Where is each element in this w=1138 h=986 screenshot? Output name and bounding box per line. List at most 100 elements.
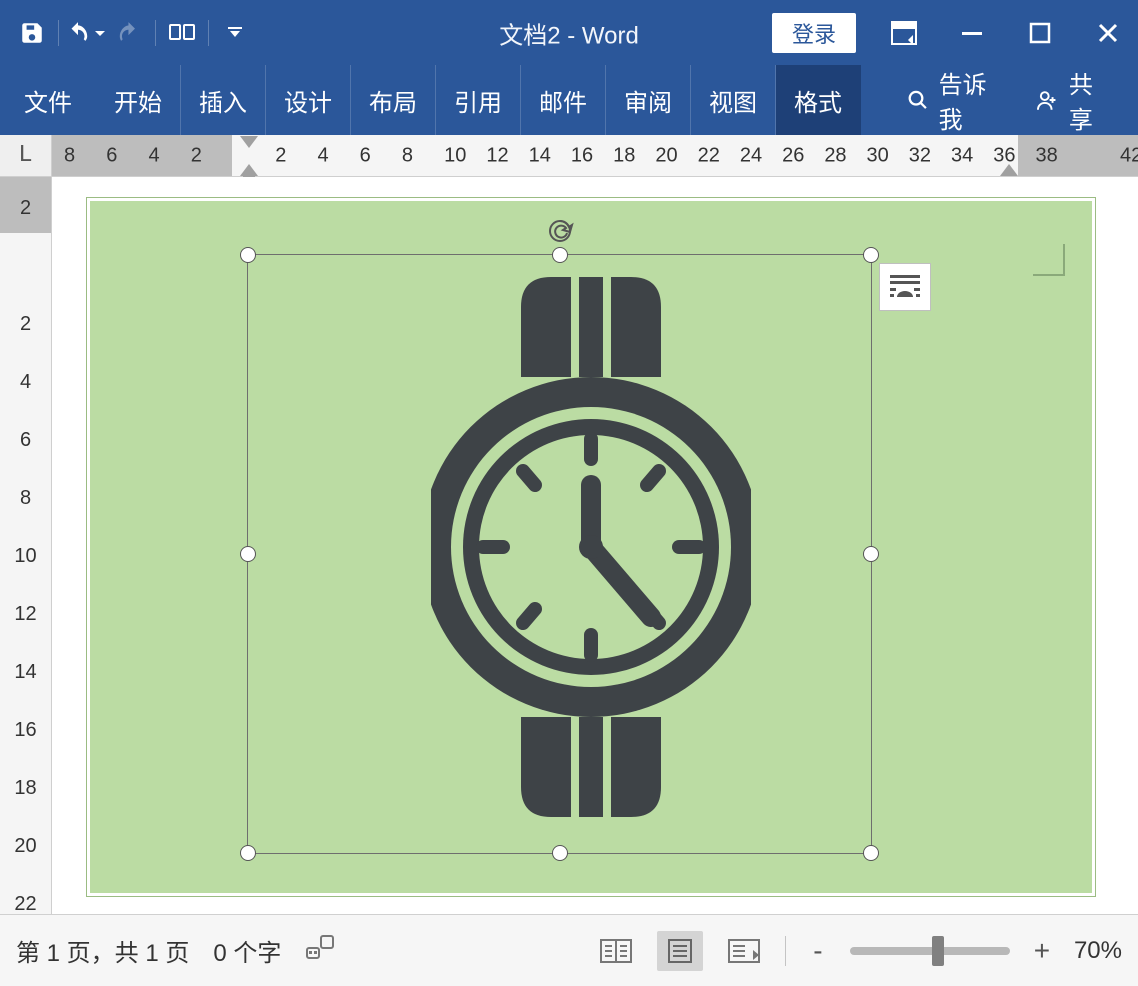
save-icon bbox=[19, 20, 45, 46]
qat-separator bbox=[155, 20, 156, 46]
touch-mode-icon bbox=[169, 22, 195, 44]
tab-insert[interactable]: 插入 bbox=[181, 65, 266, 135]
h-ruler-tick: 24 bbox=[740, 144, 762, 167]
ruler-tab-selector[interactable]: L bbox=[0, 135, 52, 177]
minimize-button[interactable] bbox=[952, 13, 992, 53]
tab-review[interactable]: 审阅 bbox=[606, 65, 691, 135]
v-ruler-tick: 10 bbox=[14, 545, 36, 568]
v-ruler-tick: 16 bbox=[14, 719, 36, 742]
share-icon bbox=[1036, 87, 1059, 113]
v-ruler-tick: 20 bbox=[14, 835, 36, 858]
zoom-slider-thumb[interactable] bbox=[932, 936, 944, 966]
customize-qat-button[interactable] bbox=[213, 13, 257, 53]
h-ruler-tick: 8 bbox=[402, 144, 413, 167]
h-ruler-tick: 28 bbox=[824, 144, 846, 167]
language-button[interactable] bbox=[305, 934, 335, 967]
tab-design[interactable]: 设计 bbox=[266, 65, 351, 135]
touch-mode-button[interactable] bbox=[160, 13, 204, 53]
tab-file[interactable]: 文件 bbox=[0, 65, 96, 135]
horizontal-ruler[interactable]: 8642246810121416182022242628303234363842 bbox=[52, 135, 1138, 177]
resize-handle-n[interactable] bbox=[552, 247, 568, 263]
quick-access-toolbar bbox=[10, 13, 257, 53]
zoom-out-button[interactable]: - bbox=[804, 937, 832, 965]
tab-view[interactable]: 视图 bbox=[691, 65, 776, 135]
undo-button[interactable] bbox=[63, 13, 107, 53]
resize-handle-ne[interactable] bbox=[863, 247, 879, 263]
word-count[interactable]: 0 个字 bbox=[213, 933, 281, 968]
tell-me-label: 告诉我 bbox=[939, 65, 1004, 135]
document-canvas[interactable] bbox=[52, 177, 1138, 914]
tab-references[interactable]: 引用 bbox=[436, 65, 521, 135]
h-ruler-tick: 42 bbox=[1120, 144, 1138, 167]
h-ruler-tick: 4 bbox=[317, 144, 328, 167]
status-bar-left: 第 1 页，共 1 页 0 个字 bbox=[16, 933, 335, 968]
tab-mailings[interactable]: 邮件 bbox=[521, 65, 606, 135]
h-ruler-tick: 36 bbox=[993, 144, 1015, 167]
search-icon bbox=[907, 88, 929, 112]
zoom-in-button[interactable]: + bbox=[1028, 937, 1056, 965]
vertical-ruler[interactable]: 2246810121416182022 bbox=[0, 177, 52, 914]
ribbon-options-icon bbox=[890, 20, 918, 46]
title-bar-right: 登录 bbox=[772, 13, 1128, 53]
login-button[interactable]: 登录 bbox=[772, 13, 856, 53]
h-ruler-tick: 6 bbox=[360, 144, 371, 167]
web-layout-icon bbox=[727, 938, 761, 964]
v-ruler-tick: 2 bbox=[20, 197, 31, 220]
zoom-level[interactable]: 70% bbox=[1074, 937, 1122, 965]
h-ruler-tick: 2 bbox=[275, 144, 286, 167]
resize-handle-sw[interactable] bbox=[240, 845, 256, 861]
save-button[interactable] bbox=[10, 13, 54, 53]
zoom-slider[interactable] bbox=[850, 947, 1010, 955]
doc-name: 文档2 bbox=[499, 22, 560, 49]
v-ruler-tick: 14 bbox=[14, 661, 36, 684]
tell-me-search[interactable]: 告诉我 bbox=[891, 65, 1020, 135]
read-mode-icon bbox=[599, 938, 633, 964]
h-ruler-tick: 18 bbox=[613, 144, 635, 167]
close-button[interactable] bbox=[1088, 13, 1128, 53]
page[interactable] bbox=[86, 197, 1096, 897]
print-layout-button[interactable] bbox=[657, 931, 703, 971]
first-line-indent-marker[interactable] bbox=[240, 136, 258, 157]
resize-handle-e[interactable] bbox=[863, 546, 879, 562]
v-ruler-tick: 18 bbox=[14, 777, 36, 800]
h-ruler-tick: 10 bbox=[444, 144, 466, 167]
close-icon bbox=[1096, 21, 1120, 45]
maximize-button[interactable] bbox=[1020, 13, 1060, 53]
rotate-handle[interactable] bbox=[546, 217, 574, 245]
resize-handle-s[interactable] bbox=[552, 845, 568, 861]
tab-format[interactable]: 格式 bbox=[776, 65, 861, 135]
h-ruler-tick: 4 bbox=[148, 144, 159, 167]
h-ruler-tick: 26 bbox=[782, 144, 804, 167]
print-layout-icon bbox=[665, 938, 695, 964]
layout-options-button[interactable] bbox=[879, 263, 931, 311]
resize-handle-w[interactable] bbox=[240, 546, 256, 562]
web-layout-button[interactable] bbox=[721, 931, 767, 971]
margin-corner-mark bbox=[1033, 244, 1065, 276]
tab-home[interactable]: 开始 bbox=[96, 65, 181, 135]
resize-handle-se[interactable] bbox=[863, 845, 879, 861]
redo-button[interactable] bbox=[107, 13, 151, 53]
share-button[interactable]: 共享 bbox=[1020, 65, 1138, 135]
read-mode-button[interactable] bbox=[593, 931, 639, 971]
v-ruler-tick: 2 bbox=[20, 313, 31, 336]
status-bar: 第 1 页，共 1 页 0 个字 - + 70% bbox=[0, 914, 1138, 986]
v-ruler-tick: 22 bbox=[14, 893, 36, 916]
inserted-image[interactable] bbox=[431, 267, 751, 827]
h-ruler-tick: 8 bbox=[64, 144, 75, 167]
window-title: 文档2 - Word bbox=[499, 15, 639, 50]
v-ruler-tick: 8 bbox=[20, 487, 31, 510]
h-ruler-tick: 38 bbox=[1036, 144, 1058, 167]
h-ruler-tick: 32 bbox=[909, 144, 931, 167]
v-ruler-tick: 6 bbox=[20, 429, 31, 452]
app-name: Word bbox=[582, 22, 639, 49]
tab-layout[interactable]: 布局 bbox=[351, 65, 436, 135]
page-status[interactable]: 第 1 页，共 1 页 bbox=[16, 933, 189, 968]
resize-handle-nw[interactable] bbox=[240, 247, 256, 263]
redo-icon bbox=[116, 20, 142, 46]
chevron-down-icon bbox=[227, 25, 243, 41]
share-label: 共享 bbox=[1069, 65, 1112, 135]
minimize-icon bbox=[959, 20, 985, 46]
language-icon bbox=[305, 934, 335, 960]
ribbon-display-options-button[interactable] bbox=[884, 13, 924, 53]
hanging-indent-marker[interactable] bbox=[240, 155, 258, 176]
